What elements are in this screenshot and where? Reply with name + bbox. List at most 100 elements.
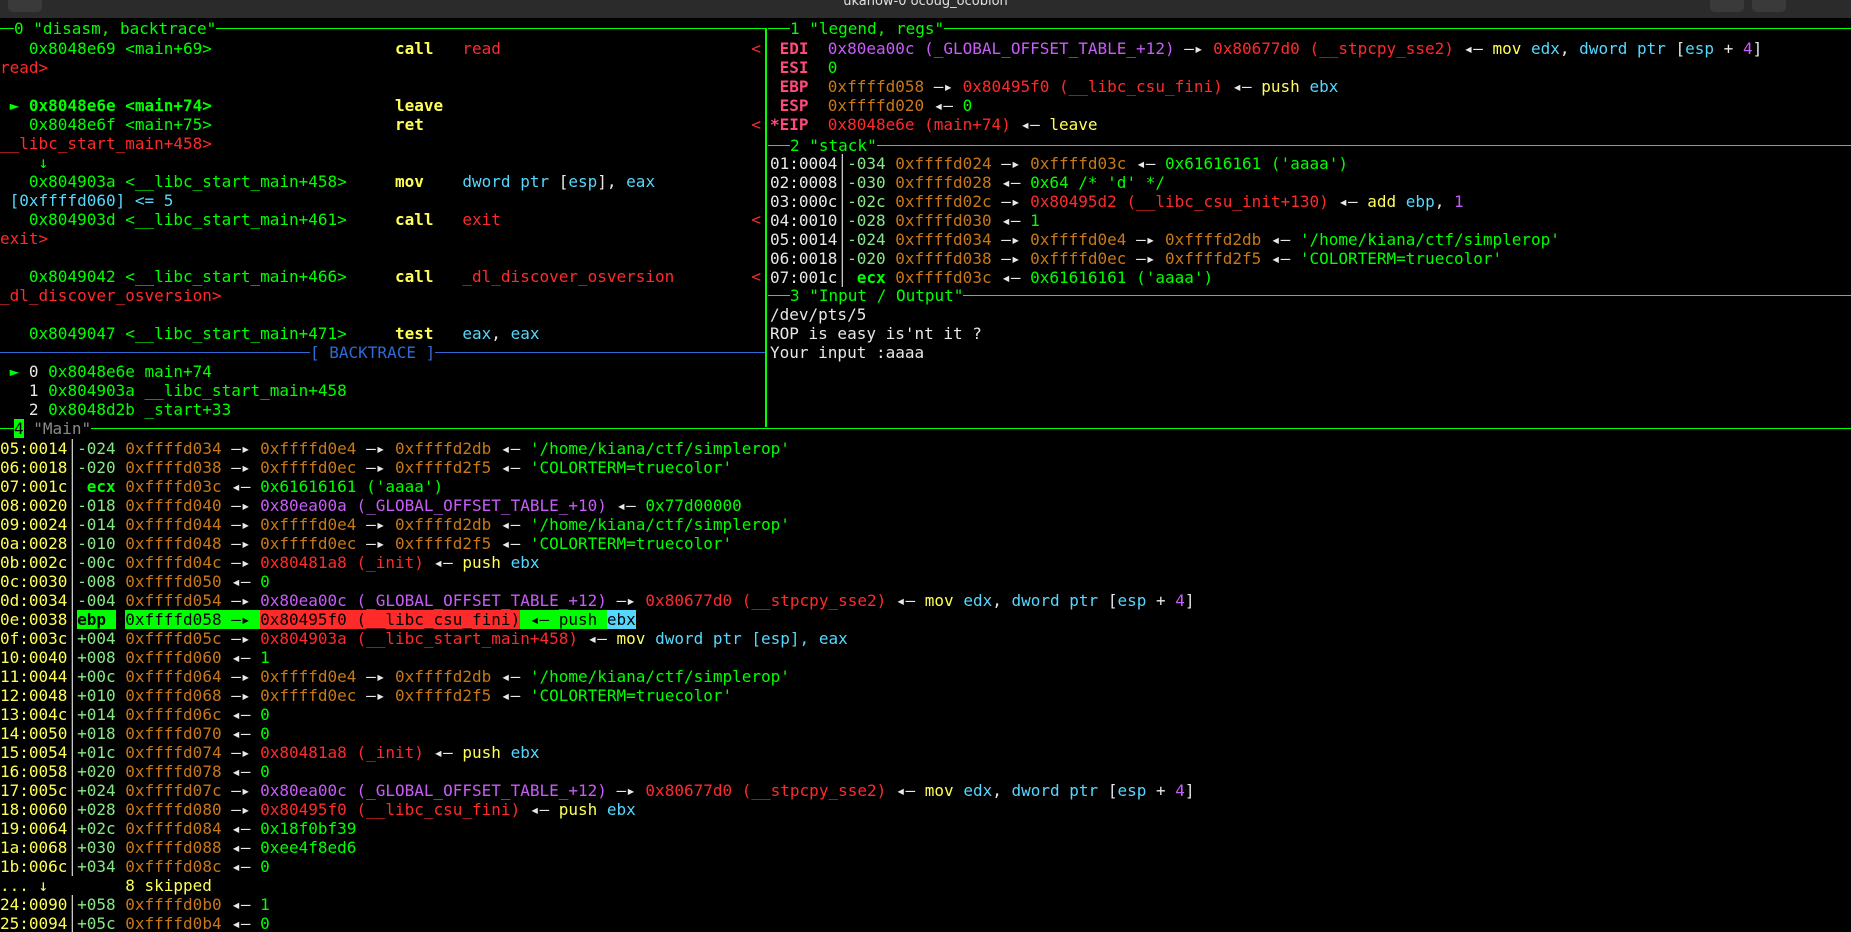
stack-row[interactable]: 0b:002c│-00c 0xffffd04c —▸ 0x80481a8 (_i… <box>0 553 1851 572</box>
stack-address: 0xffffd034 <box>125 439 222 458</box>
instruction-mnemonic: call <box>394 39 463 58</box>
disasm-pane-title[interactable]: 0 "disasm, backtrace" <box>14 19 217 38</box>
stack-row[interactable]: 03:000c│-02c 0xffffd02c —▸ 0x80495d2 (__… <box>770 192 1851 211</box>
stack-row[interactable]: 13:004c│+014 0xffffd06c ◂— 0 <box>0 705 1851 724</box>
register: ebx <box>510 743 540 762</box>
pointer-arrow: —▸ <box>606 591 646 610</box>
stack-row[interactable]: 07:001c│ ecx 0xffffd03c ◂— 0x61616161 ('… <box>0 477 1851 496</box>
stack-row[interactable]: 04:0010│-028 0xffffd030 ◂— 1 <box>770 211 1851 230</box>
comma: , <box>992 781 1012 800</box>
stack-row[interactable]: ... ↓ 8 skipped <box>0 876 1851 895</box>
disasm-line[interactable]: 0x804903d <__libc_start_main+461> call e… <box>0 210 765 229</box>
register-edi[interactable]: EDI 0x80ea00c (_GLOBAL_OFFSET_TABLE_+12)… <box>770 39 1851 58</box>
disasm-line[interactable]: 0x8049047 <__libc_start_main+471> test e… <box>0 324 765 343</box>
gutter <box>0 267 29 286</box>
stack-row[interactable]: 08:0020│-018 0xffffd040 —▸ 0x80ea00a (_G… <box>0 496 1851 515</box>
disasm-line[interactable]: 0x8048e6f <main+75> ret < <box>0 115 765 134</box>
frame-index: 1 <box>28 381 49 400</box>
stack-row[interactable]: 0f:003c│+004 0xffffd05c —▸ 0x804903a (__… <box>0 629 1851 648</box>
stack-row[interactable]: 07:001c│ ecx 0xffffd03c ◂— 0x61616161 ('… <box>770 268 1851 287</box>
immediate: 1 <box>1453 192 1464 211</box>
stack-row[interactable]: 17:005c│+024 0xffffd07c —▸ 0x80ea00c (_G… <box>0 781 1851 800</box>
legend-pane-title[interactable]: 1 "legend, regs" <box>790 19 945 38</box>
value-arrow: ◂— <box>1261 230 1300 249</box>
stack-pane[interactable]: 01:0004│-034 0xffffd024 —▸ 0xffffd03c ◂—… <box>770 154 1851 289</box>
stack-offset: 0c:0030 <box>0 572 68 591</box>
stack-row-highlighted[interactable]: 0e:0038│ebp 0xffffd058 —▸ 0x80495f0 (__l… <box>0 610 1851 629</box>
frame-relative-offset: +01c <box>77 743 116 762</box>
disasm-line[interactable]: ► 0x8048e6e <main+74> leave <box>0 96 765 115</box>
instruction-mnemonic: push <box>1261 77 1310 96</box>
regs-pane[interactable]: EDI 0x80ea00c (_GLOBAL_OFFSET_TABLE_+12)… <box>770 39 1851 139</box>
disasm-line[interactable]: 0x8048e69 <main+69> call read < <box>0 39 765 58</box>
disasm-line[interactable]: 0x8049042 <__libc_start_main+466> call _… <box>0 267 765 286</box>
stack-value: 0x64 /* 'd' */ <box>1030 173 1165 192</box>
backtrace-pane[interactable]: ► 0 0x8048e6e main+74 1 0x804903a __libc… <box>0 362 765 422</box>
stack-address: 0xffffd050 <box>125 572 222 591</box>
frame-relative-offset: +020 <box>77 762 116 781</box>
plus: + <box>1146 591 1176 610</box>
column-separator: │ <box>67 477 78 496</box>
stack-row[interactable]: 0d:0034│-004 0xffffd054 —▸ 0x80ea00c (_G… <box>0 591 1851 610</box>
main-pane[interactable]: 05:0014│-024 0xffffd034 —▸ 0xffffd0e4 —▸… <box>0 439 1851 932</box>
stack-row[interactable]: 1a:0068│+030 0xffffd088 ◂— 0xee4f8ed6 <box>0 838 1851 857</box>
frame-relative-offset: -008 <box>77 572 116 591</box>
stack-row[interactable]: 01:0004│-034 0xffffd024 —▸ 0xffffd03c ◂—… <box>770 154 1851 173</box>
gutter <box>0 172 29 191</box>
stack-offset: 0b:002c <box>0 553 68 572</box>
register: eax <box>462 324 492 343</box>
register: ebp <box>1405 192 1435 211</box>
stack-row[interactable]: 16:0058│+020 0xffffd078 ◂— 0 <box>0 762 1851 781</box>
stack-row[interactable]: 06:0018│-020 0xffffd038 —▸ 0xffffd0ec —▸… <box>770 249 1851 268</box>
register: ebx <box>1309 77 1339 96</box>
register-value: 0 <box>827 58 838 77</box>
stack-row[interactable]: 05:0014│-024 0xffffd034 —▸ 0xffffd0e4 —▸… <box>770 230 1851 249</box>
stack-offset: 24:0090 <box>0 895 68 914</box>
stack-row[interactable]: 15:0054│+01c 0xffffd074 —▸ 0x80481a8 (_i… <box>0 743 1851 762</box>
disasm-line[interactable]: 0x804903a <__libc_start_main+458> mov dw… <box>0 172 765 191</box>
memory-write-annotation: [0xffffd060] <= 5 <box>0 191 174 210</box>
pointer-arrow: —▸ <box>221 553 261 572</box>
register-esi[interactable]: ESI 0 <box>770 58 1851 77</box>
io-pane[interactable]: /dev/pts/5 ROP is easy is'nt it ? Your inp… <box>770 305 1851 425</box>
stack-row[interactable]: 11:0044│+00c 0xffffd064 —▸ 0xffffd0e4 —▸… <box>0 667 1851 686</box>
stack-row[interactable]: 02:0008│-030 0xffffd028 ◂— 0x64 /* 'd' *… <box>770 173 1851 192</box>
stack-address: 0xffffd07c <box>125 781 222 800</box>
frame-index: 0 <box>28 362 49 381</box>
backtrace-frame[interactable]: 2 0x8048d2b _start+33 <box>0 400 765 419</box>
stack-row[interactable]: 19:0064│+02c 0xffffd084 ◂— 0x18f0bf39 <box>0 819 1851 838</box>
stack-row[interactable]: 0a:0028│-010 0xffffd048 —▸ 0xffffd0ec —▸… <box>0 534 1851 553</box>
frame-relative-offset: +030 <box>77 838 116 857</box>
window-menu-button[interactable] <box>1752 0 1786 12</box>
bracket: ] <box>1184 591 1195 610</box>
stack-row[interactable]: 09:0024│-014 0xffffd044 —▸ 0xffffd0e4 —▸… <box>0 515 1851 534</box>
register-eip[interactable]: *EIP 0x8048e6e (main+74) ◂— leave <box>770 115 1851 134</box>
gutter <box>0 39 29 58</box>
stack-row[interactable]: 14:0050│+018 0xffffd070 ◂— 0 <box>0 724 1851 743</box>
stack-row[interactable]: 06:0018│-020 0xffffd038 —▸ 0xffffd0ec —▸… <box>0 458 1851 477</box>
stack-row[interactable]: 0c:0030│-008 0xffffd050 ◂— 0 <box>0 572 1851 591</box>
value-arrow: ◂— <box>491 458 530 477</box>
register-esp[interactable]: ESP 0xffffd020 ◂— 0 <box>770 96 1851 115</box>
stack-row[interactable]: 12:0048│+010 0xffffd068 —▸ 0xffffd0ec —▸… <box>0 686 1851 705</box>
search-button[interactable] <box>1710 0 1744 12</box>
stack-row[interactable]: 25:0094│+05c 0xffffd0b4 ◂— 0 <box>0 914 1851 932</box>
register-name: ESP <box>770 96 828 115</box>
stack-row[interactable]: 1b:006c│+034 0xffffd08c ◂— 0 <box>0 857 1851 876</box>
stack-row[interactable]: 24:0090│+058 0xffffd0b0 ◂— 1 <box>0 895 1851 914</box>
stack-offset: 19:0064 <box>0 819 68 838</box>
register-name: *EIP <box>770 115 828 134</box>
disasm-pane[interactable]: 0x8048e69 <main+69> call read < read> ► 0x… <box>0 39 765 344</box>
menu-button[interactable] <box>8 0 42 12</box>
backtrace-frame[interactable]: ► 0 0x8048e6e main+74 <box>0 362 765 381</box>
main-top-border <box>0 428 1851 429</box>
column-separator: │ <box>837 211 848 230</box>
stack-row[interactable]: 10:0040│+008 0xffffd060 ◂— 1 <box>0 648 1851 667</box>
backtrace-frame[interactable]: 1 0x804903a __libc_start_main+458 <box>0 381 765 400</box>
stack-row[interactable]: 05:0014│-024 0xffffd034 —▸ 0xffffd0e4 —▸… <box>0 439 1851 458</box>
vertical-divider[interactable] <box>765 28 767 427</box>
stack-row[interactable]: 18:0060│+028 0xffffd080 —▸ 0x80495f0 (__… <box>0 800 1851 819</box>
instruction-mnemonic: mov <box>924 781 964 800</box>
register-ebp[interactable]: EBP 0xffffd058 —▸ 0x80495f0 (__libc_csu_… <box>770 77 1851 96</box>
